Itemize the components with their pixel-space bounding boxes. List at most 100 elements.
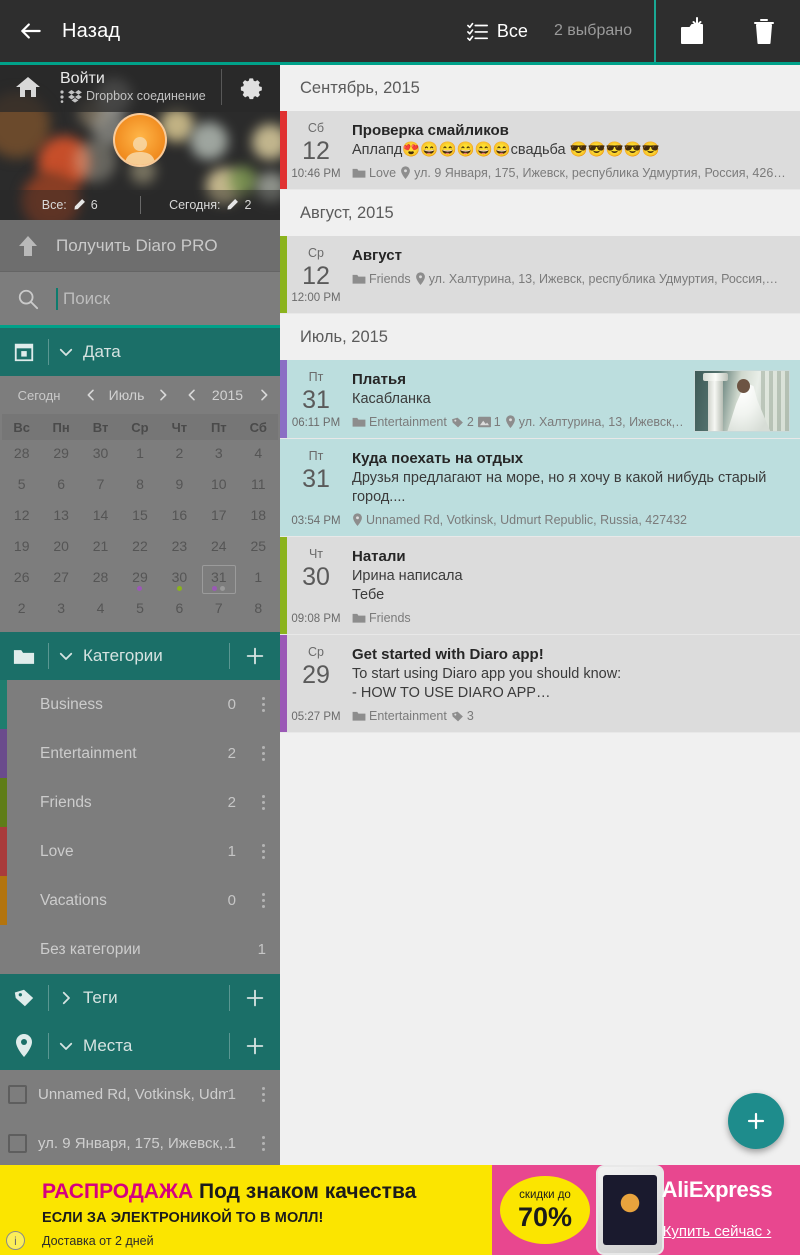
select-all-button[interactable]: Все: [459, 0, 536, 62]
calendar-day-cell[interactable]: 28: [81, 564, 120, 595]
add-entry-fab[interactable]: [728, 1093, 784, 1149]
category-item[interactable]: Business 0: [0, 680, 280, 729]
section-date-header[interactable]: Дата: [0, 328, 280, 376]
add-category-button[interactable]: [230, 645, 280, 667]
stat-today[interactable]: Сегодня: 2: [141, 198, 281, 212]
category-item[interactable]: Love 1: [0, 827, 280, 876]
add-place-button[interactable]: [230, 1035, 280, 1057]
entry-row[interactable]: Пт 31 03:54 PM Куда поехать на отдых Друзья …: [280, 439, 800, 537]
calendar-day-cell[interactable]: 30: [160, 564, 199, 595]
chevron-left-icon[interactable]: [83, 387, 99, 403]
calendar-day-cell[interactable]: 13: [41, 502, 80, 533]
stat-total[interactable]: Все: 6: [0, 198, 140, 212]
calendar-day-cell[interactable]: 2: [160, 440, 199, 471]
calendar-day-cell[interactable]: 1: [120, 440, 159, 471]
category-menu-icon[interactable]: [250, 795, 276, 810]
calendar-day-cell[interactable]: 27: [41, 564, 80, 595]
ad-right-panel[interactable]: скидки до 70% AliExpress Купить сейчас ›: [492, 1165, 800, 1255]
chevron-down-icon[interactable]: [49, 647, 83, 665]
calendar-day-cell[interactable]: 28: [2, 440, 41, 471]
calendar-day-cell[interactable]: 14: [81, 502, 120, 533]
chevron-left-icon[interactable]: [184, 387, 200, 403]
login-label[interactable]: Войти: [60, 70, 221, 88]
calendar-day-cell[interactable]: 1: [239, 564, 278, 595]
place-item[interactable]: Unnamed Rd, Votkinsk, Udmu…1: [0, 1070, 280, 1119]
calendar-day-cell[interactable]: 19: [2, 533, 41, 564]
category-menu-icon[interactable]: [250, 844, 276, 859]
back-button[interactable]: Назад: [0, 0, 120, 62]
calendar-day-cell[interactable]: 5: [2, 471, 41, 502]
entry-row[interactable]: Сб 12 10:46 PM Проверка смайликов Аплапд😍😄😄😄…: [280, 111, 800, 190]
calendar-day-cell[interactable]: 4: [239, 440, 278, 471]
entry-row[interactable]: Чт 30 09:08 PM Натали Ирина написала Тебе Frie…: [280, 537, 800, 635]
chevron-down-icon[interactable]: [49, 343, 83, 361]
calendar-day-cell[interactable]: 9: [160, 471, 199, 502]
category-item[interactable]: Friends 2: [0, 778, 280, 827]
calendar-day-cell[interactable]: 6: [41, 471, 80, 502]
search-field[interactable]: Поиск: [0, 272, 280, 328]
section-places-header[interactable]: Места: [0, 1022, 280, 1070]
calendar-day-cell[interactable]: 30: [81, 440, 120, 471]
archive-button[interactable]: [656, 0, 728, 62]
place-checkbox[interactable]: [8, 1085, 27, 1104]
category-item[interactable]: Entertainment 2: [0, 729, 280, 778]
chevron-right-icon[interactable]: [49, 989, 83, 1007]
calendar-day-cell[interactable]: 26: [2, 564, 41, 595]
calendar-day-cell[interactable]: 22: [120, 533, 159, 564]
calendar-day-cell[interactable]: 29: [41, 440, 80, 471]
calendar-day-cell[interactable]: 3: [41, 595, 80, 626]
calendar-day-cell[interactable]: 25: [239, 533, 278, 564]
calendar-day-cell[interactable]: 10: [199, 471, 238, 502]
dropbox-row[interactable]: Dropbox соединение: [60, 88, 221, 104]
calendar-day-cell[interactable]: 17: [199, 502, 238, 533]
add-tag-button[interactable]: [230, 987, 280, 1009]
calendar-day-cell[interactable]: 6: [160, 595, 199, 626]
calendar-day-cell[interactable]: 7: [81, 471, 120, 502]
section-categories-header[interactable]: Категории: [0, 632, 280, 680]
calendar-day-cell[interactable]: 24: [199, 533, 238, 564]
place-item[interactable]: ул. 9 Января, 175, Ижевск,… 1: [0, 1119, 280, 1165]
entry-row[interactable]: Ср 29 05:27 PM Get started with Diaro app! T…: [280, 635, 800, 733]
calendar-day-cell[interactable]: 31: [199, 564, 238, 595]
calendar-day-cell[interactable]: 15: [120, 502, 159, 533]
category-item[interactable]: Vacations 0: [0, 876, 280, 925]
calendar-day-cell[interactable]: 23: [160, 533, 199, 564]
calendar-day-cell[interactable]: 4: [81, 595, 120, 626]
category-menu-icon[interactable]: [250, 893, 276, 908]
calendar-day-cell[interactable]: 21: [81, 533, 120, 564]
calendar-day-cell[interactable]: 5: [120, 595, 159, 626]
entry-row[interactable]: Пт 31 06:11 PM Платья Касабланка Entertainmen…: [280, 360, 800, 439]
category-menu-icon[interactable]: [250, 746, 276, 761]
chevron-right-icon[interactable]: [256, 387, 272, 403]
calendar-day-cell[interactable]: 12: [2, 502, 41, 533]
category-menu-icon[interactable]: [250, 697, 276, 712]
drawer-account-bar[interactable]: Войти Dropbox соединение: [0, 62, 280, 112]
calendar-day-cell[interactable]: 7: [199, 595, 238, 626]
chevron-right-icon[interactable]: [155, 387, 171, 403]
category-item[interactable]: Без категории 1: [0, 925, 280, 974]
delete-button[interactable]: [728, 0, 800, 62]
calendar-day-cell[interactable]: 29: [120, 564, 159, 595]
place-menu-icon[interactable]: [250, 1136, 276, 1151]
chevron-down-icon[interactable]: [49, 1037, 83, 1055]
avatar[interactable]: [113, 113, 167, 167]
calendar-day-cell[interactable]: 3: [199, 440, 238, 471]
calendar-day-cell[interactable]: 2: [2, 595, 41, 626]
get-diaro-pro-button[interactable]: Получить Diaro PRO: [0, 220, 280, 272]
calendar-day-cell[interactable]: 8: [239, 595, 278, 626]
section-tags-header[interactable]: Теги: [0, 974, 280, 1022]
calendar-day-cell[interactable]: 20: [41, 533, 80, 564]
calendar-today-button[interactable]: Сегодн: [2, 388, 76, 403]
ad-cta-link[interactable]: Купить сейчас ›: [642, 1223, 792, 1240]
gear-icon[interactable]: [222, 75, 280, 100]
home-icon[interactable]: [0, 75, 56, 99]
ad-left-panel[interactable]: РАСПРОДАЖА Под знаком качества ЕСЛИ ЗА Э…: [0, 1165, 492, 1255]
calendar-day-cell[interactable]: 16: [160, 502, 199, 533]
entry-row[interactable]: Ср 12 12:00 PM Август Friends ул. Халтурина, …: [280, 236, 800, 314]
info-icon[interactable]: i: [6, 1231, 25, 1250]
ad-banner[interactable]: РАСПРОДАЖА Под знаком качества ЕСЛИ ЗА Э…: [0, 1165, 800, 1255]
calendar-day-cell[interactable]: 11: [239, 471, 278, 502]
place-checkbox[interactable]: [8, 1134, 27, 1153]
calendar-day-cell[interactable]: 18: [239, 502, 278, 533]
place-menu-icon[interactable]: [250, 1087, 276, 1102]
